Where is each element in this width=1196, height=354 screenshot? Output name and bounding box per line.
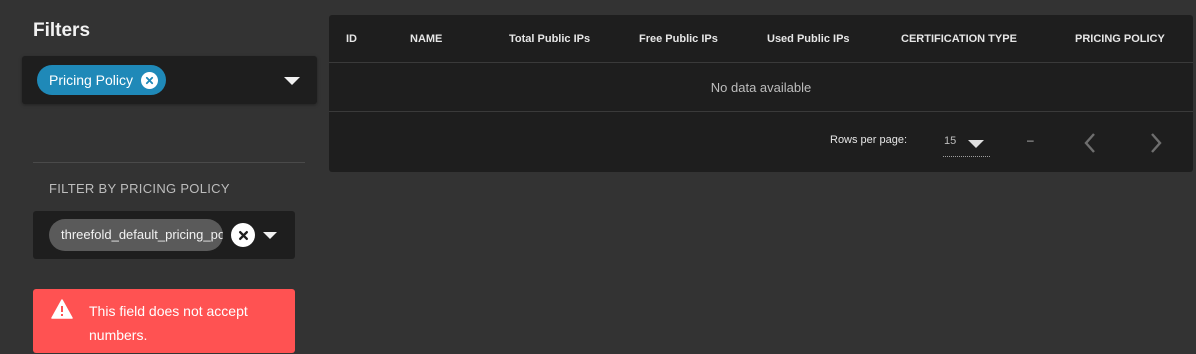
error-alert: This field does not accept numbers.	[33, 289, 295, 353]
page-range: –	[1027, 133, 1034, 147]
column-header-pricing-policy[interactable]: PRICING POLICY	[1075, 33, 1165, 45]
chevron-down-icon[interactable]	[968, 140, 984, 148]
chip-close-icon[interactable]	[141, 71, 159, 89]
column-header-free-public-ips[interactable]: Free Public IPs	[639, 33, 718, 45]
next-page-button[interactable]	[1141, 128, 1171, 158]
table-footer: Rows per page: 15 –	[329, 113, 1193, 172]
chevron-right-icon	[1151, 133, 1162, 153]
alert-message: This field does not accept numbers.	[89, 303, 248, 343]
rows-per-page-select[interactable]: 15	[943, 131, 990, 157]
column-header-used-public-ips[interactable]: Used Public IPs	[767, 33, 850, 45]
chevron-left-icon	[1084, 133, 1095, 153]
empty-state: No data available	[329, 64, 1193, 112]
chevron-down-icon[interactable]	[263, 232, 277, 239]
filter-type-select[interactable]: Pricing Policy	[22, 56, 317, 104]
filter-section-label: FILTER BY PRICING POLICY	[49, 181, 230, 196]
pricing-policy-select[interactable]: threefold_default_pricing_policy	[33, 211, 295, 259]
data-table: ID NAME Total Public IPs Free Public IPs…	[329, 15, 1193, 172]
column-header-certification-type[interactable]: CERTIFICATION TYPE	[901, 33, 1017, 45]
rows-per-page-value: 15	[944, 135, 957, 147]
clear-icon[interactable]	[231, 223, 255, 247]
pricing-policy-chip[interactable]: Pricing Policy	[37, 65, 167, 95]
sidebar: Filters Pricing Policy FILTER BY PRICING…	[0, 0, 330, 354]
filters-title: Filters	[33, 20, 91, 41]
previous-page-button[interactable]	[1075, 128, 1105, 158]
column-header-name[interactable]: NAME	[410, 33, 442, 45]
table-header: ID NAME Total Public IPs Free Public IPs…	[329, 15, 1193, 63]
pricing-policy-value-chip[interactable]: threefold_default_pricing_policy	[49, 219, 223, 251]
column-header-id[interactable]: ID	[346, 33, 357, 45]
chevron-down-icon[interactable]	[284, 77, 300, 85]
warning-icon	[51, 299, 73, 324]
chip-label: Pricing Policy	[49, 72, 134, 88]
divider	[33, 162, 305, 163]
column-header-total-public-ips[interactable]: Total Public IPs	[509, 33, 590, 45]
rows-per-page-label: Rows per page:	[830, 134, 908, 146]
